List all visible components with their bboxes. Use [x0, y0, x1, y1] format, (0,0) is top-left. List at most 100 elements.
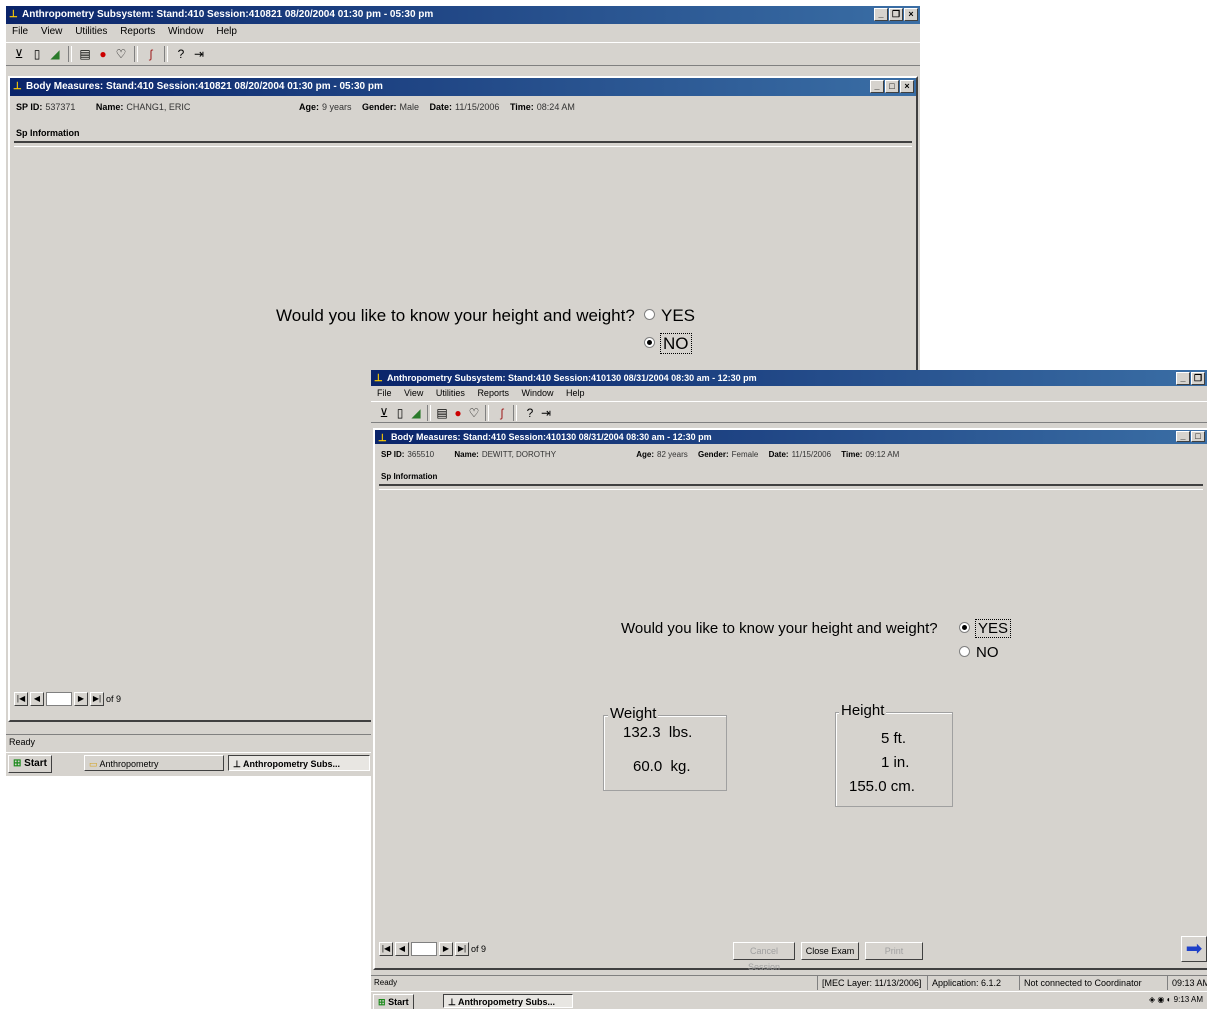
app-icon: ⊥: [9, 9, 18, 20]
no-radio[interactable]: NO: [644, 333, 692, 354]
body-measures-window: ⊥ Body Measures: Stand:410 Session:41013…: [373, 428, 1207, 972]
record-number-input[interactable]: [46, 692, 72, 706]
maximize-button[interactable]: □: [1191, 431, 1205, 442]
taskbar-item-app[interactable]: ⊥ Anthropometry Subs...: [443, 994, 573, 1008]
print-button[interactable]: Print: [865, 942, 923, 960]
new-icon[interactable]: ⊻: [12, 47, 26, 61]
first-record-button[interactable]: |◀: [379, 942, 393, 956]
menu-help[interactable]: Help: [566, 388, 585, 398]
window-controls: _ □: [1176, 431, 1205, 442]
menu-view[interactable]: View: [404, 388, 423, 398]
height-cm: 155.0 cm.: [849, 778, 915, 795]
section-divider: [14, 141, 912, 147]
exam-icon[interactable]: ♡: [114, 47, 128, 61]
minimize-button[interactable]: _: [1176, 372, 1190, 385]
exam-time: 08:24 AM: [536, 102, 575, 112]
no-radio[interactable]: NO: [959, 644, 999, 661]
tool-icon[interactable]: ʃ: [144, 47, 158, 61]
close-exam-button[interactable]: Close Exam: [801, 942, 859, 960]
menu-file[interactable]: File: [12, 26, 28, 37]
minimize-button[interactable]: _: [1176, 431, 1190, 442]
system-tray: ◈ ◉ ◐ 9:13 AM: [1149, 995, 1203, 1004]
window-controls: _ □ ×: [870, 80, 914, 93]
app-title-bar: ⊥ Anthropometry Subsystem: Stand:410 Ses…: [6, 6, 920, 24]
child-title-bar: ⊥ Body Measures: Stand:410 Session:41082…: [10, 78, 916, 96]
minimize-button[interactable]: _: [874, 8, 888, 21]
first-record-button[interactable]: |◀: [14, 692, 28, 706]
menu-utilities[interactable]: Utilities: [436, 388, 465, 398]
prev-record-button[interactable]: ◀: [30, 692, 44, 706]
last-record-button[interactable]: ▶|: [90, 692, 104, 706]
menu-utilities[interactable]: Utilities: [75, 26, 107, 37]
last-record-button[interactable]: ▶|: [455, 942, 469, 956]
open-icon[interactable]: ▯: [393, 406, 407, 420]
open-icon[interactable]: ▯: [30, 47, 44, 61]
front-screenshot: ⊥ Anthropometry Subsystem: Stand:410 Ses…: [371, 370, 1207, 1009]
menu-view[interactable]: View: [41, 26, 63, 37]
sp-id: 365510: [407, 450, 435, 459]
radio-indicator: [644, 309, 655, 321]
minimize-button[interactable]: _: [870, 80, 884, 93]
sp-name: CHANG1, ERIC: [126, 102, 191, 112]
status-time: 09:13 AM: [1167, 976, 1207, 990]
record-number-input[interactable]: [411, 942, 437, 956]
taskbar-item-app[interactable]: ⊥ Anthropometry Subs...: [228, 755, 370, 771]
toolbar-separator: [485, 405, 489, 421]
tool-icon[interactable]: ʃ: [495, 406, 509, 420]
menu-window[interactable]: Window: [168, 26, 204, 37]
section-divider: [379, 484, 1203, 490]
section-label: Sp Information: [381, 472, 438, 481]
close-button[interactable]: ×: [904, 8, 918, 21]
app-icon: ⊥: [378, 433, 387, 444]
height-ft: 5 ft.: [881, 730, 907, 747]
next-button[interactable]: ➡: [1181, 936, 1207, 962]
cancel-session-button[interactable]: Cancel Session: [733, 942, 795, 972]
new-icon[interactable]: ⊻: [377, 406, 391, 420]
menu-window[interactable]: Window: [521, 388, 553, 398]
menu-bar: File View Utilities Reports Window Help: [371, 387, 1207, 399]
sp-name: DEWITT, DOROTHY: [481, 450, 557, 459]
next-record-button[interactable]: ▶: [439, 942, 453, 956]
exam-icon[interactable]: ♡: [467, 406, 481, 420]
menu-help[interactable]: Help: [216, 26, 237, 37]
taskbar-item-folder[interactable]: ▭ Anthropometry: [84, 755, 224, 771]
record-count: of 9: [106, 694, 122, 704]
help-icon[interactable]: ?: [174, 47, 188, 61]
windows-logo-icon: ⊞: [13, 758, 22, 769]
save-icon[interactable]: ◢: [48, 47, 62, 61]
start-button[interactable]: ⊞ Start: [8, 755, 52, 773]
print-icon[interactable]: ▤: [435, 406, 449, 420]
record-icon[interactable]: ●: [451, 406, 465, 420]
restore-button[interactable]: ❐: [889, 8, 903, 21]
restore-button[interactable]: ❐: [1191, 372, 1205, 385]
yes-radio[interactable]: YES: [644, 306, 695, 326]
start-button[interactable]: ⊞ Start: [373, 994, 414, 1009]
close-button[interactable]: ×: [900, 80, 914, 93]
prev-record-button[interactable]: ◀: [395, 942, 409, 956]
help-icon[interactable]: ?: [523, 406, 537, 420]
weight-title: Weight: [608, 705, 659, 722]
menu-reports[interactable]: Reports: [477, 388, 509, 398]
taskbar: ⊞ Start ⊥ Anthropometry Subs... ◈ ◉ ◐ 9:…: [371, 991, 1207, 1009]
toolbar: ⊻ ▯ ◢ ▤ ● ♡ ʃ ? ⇥: [371, 401, 1207, 423]
sp-age: 82 years: [657, 450, 688, 459]
menu-bar: File View Utilities Reports Window Help: [6, 25, 920, 39]
toolbar-separator: [164, 46, 168, 62]
maximize-button[interactable]: □: [885, 80, 899, 93]
toolbar-separator: [68, 46, 72, 62]
menu-file[interactable]: File: [377, 388, 392, 398]
exit-icon[interactable]: ⇥: [192, 47, 206, 61]
next-record-button[interactable]: ▶: [74, 692, 88, 706]
record-icon[interactable]: ●: [96, 47, 110, 61]
print-icon[interactable]: ▤: [78, 47, 92, 61]
sp-id: 537371: [45, 102, 76, 112]
exit-icon[interactable]: ⇥: [539, 406, 553, 420]
save-icon[interactable]: ◢: [409, 406, 423, 420]
yes-radio[interactable]: YES: [959, 619, 1012, 638]
tray-icons: ◈ ◉ ◐: [1148, 995, 1172, 1004]
child-title-bar: ⊥ Body Measures: Stand:410 Session:41013…: [375, 430, 1207, 444]
menu-reports[interactable]: Reports: [120, 26, 155, 37]
radio-indicator: [959, 621, 970, 633]
radio-indicator: [644, 337, 655, 349]
window-controls: _ ❐ ×: [874, 8, 918, 21]
